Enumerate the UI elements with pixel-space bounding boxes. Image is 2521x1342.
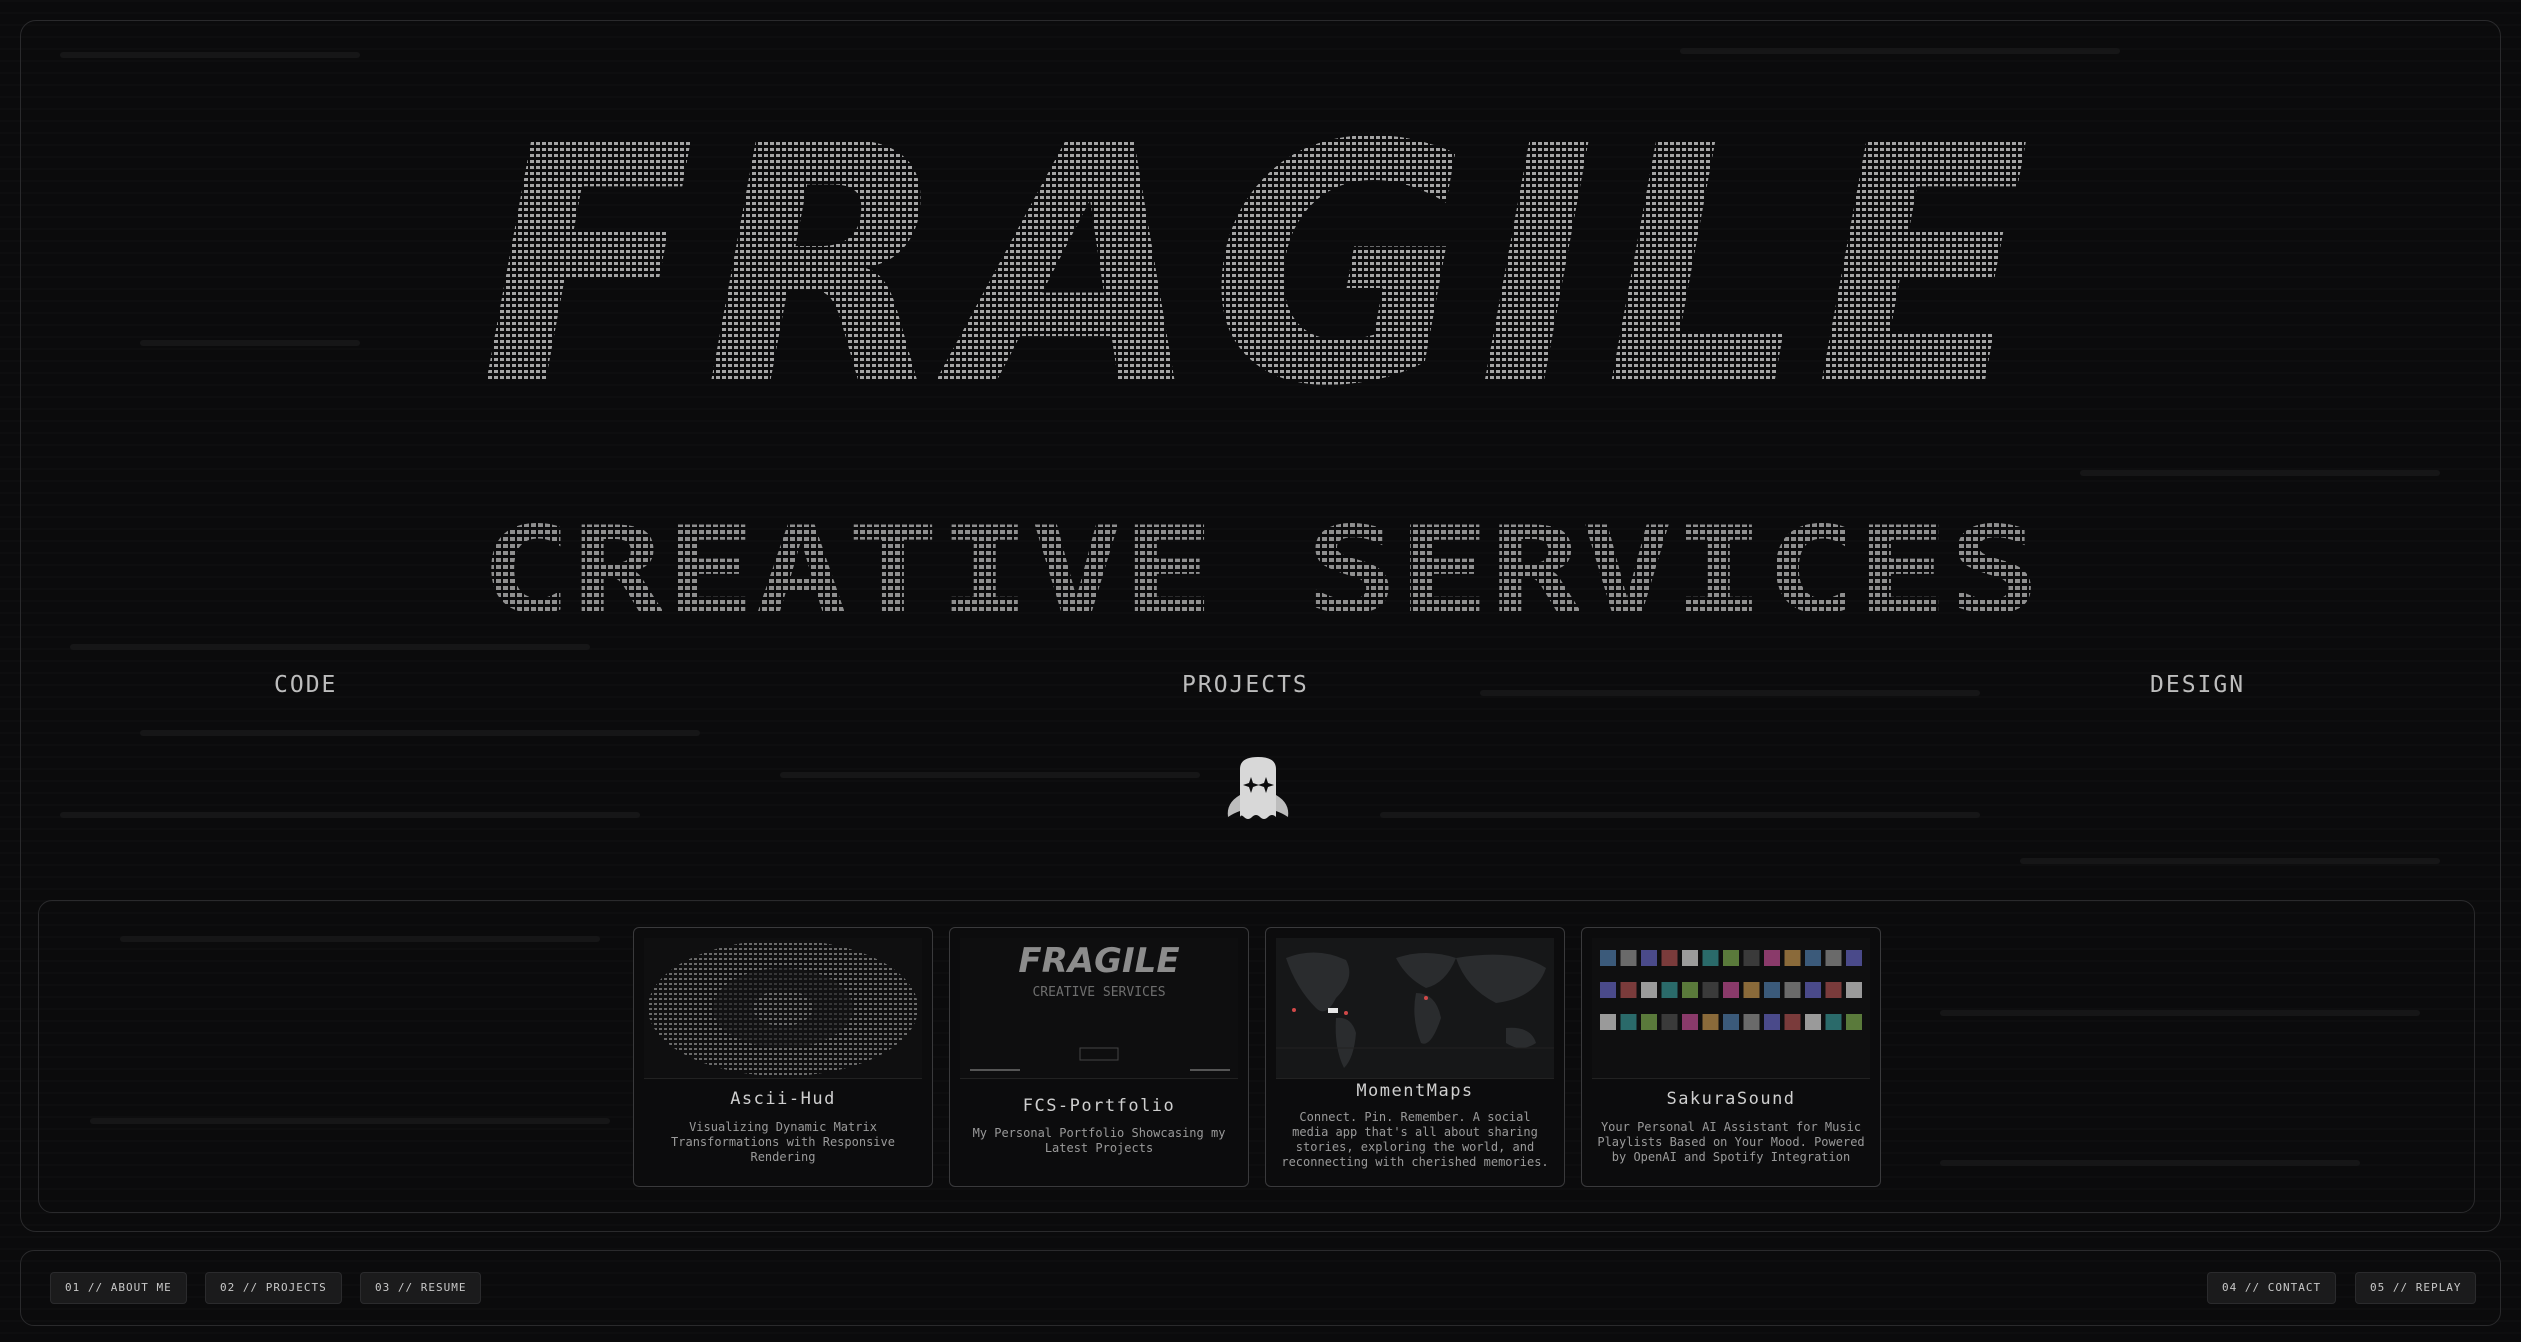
project-description: Visualizing Dynamic Matrix Transformatio… bbox=[671, 1120, 895, 1164]
project-thumbnail bbox=[1592, 938, 1870, 1079]
album-cover bbox=[1764, 982, 1780, 998]
album-cover bbox=[1743, 950, 1760, 966]
subnav-projects[interactable]: PROJECTS bbox=[1182, 672, 1309, 698]
album-cover bbox=[1825, 982, 1842, 998]
album-cover bbox=[1641, 982, 1657, 998]
album-cover bbox=[1805, 1014, 1821, 1030]
hero-ascii-logo: FRAGILE CREATIVE SERVICES bbox=[440, 40, 2080, 660]
album-cover bbox=[1784, 950, 1801, 966]
project-title: MomentMaps bbox=[1356, 1081, 1474, 1101]
album-cover bbox=[1600, 982, 1616, 998]
projects-panel bbox=[38, 900, 2475, 1213]
thumbnail-subtitle: CREATIVE SERVICES bbox=[1032, 985, 1165, 1000]
resume-button[interactable]: 03 // RESUME bbox=[360, 1272, 482, 1304]
projects-button[interactable]: 02 // PROJECTS bbox=[205, 1272, 342, 1304]
project-thumbnail: FRAGILE CREATIVE SERVICES bbox=[960, 938, 1238, 1079]
album-cover bbox=[1723, 1014, 1739, 1030]
album-cover bbox=[1743, 1014, 1760, 1030]
album-cover bbox=[1764, 950, 1780, 966]
album-cover bbox=[1846, 982, 1862, 998]
album-cover bbox=[1600, 950, 1616, 966]
project-thumbnail bbox=[644, 938, 922, 1079]
album-cover bbox=[1764, 1014, 1780, 1030]
contact-button[interactable]: 04 // CONTACT bbox=[2207, 1272, 2337, 1304]
album-cover bbox=[1661, 982, 1678, 998]
album-cover bbox=[1600, 1014, 1616, 1030]
album-cover bbox=[1805, 982, 1821, 998]
subnav-design[interactable]: DESIGN bbox=[2150, 672, 2245, 698]
album-cover bbox=[1846, 950, 1862, 966]
project-title: SakuraSound bbox=[1666, 1089, 1796, 1109]
album-cover bbox=[1641, 950, 1657, 966]
album-cover bbox=[1661, 1014, 1678, 1030]
subnav-code[interactable]: CODE bbox=[274, 672, 337, 698]
album-cover bbox=[1641, 1014, 1657, 1030]
album-cover bbox=[1723, 950, 1739, 966]
thumbnail-title: FRAGILE bbox=[1018, 941, 1179, 981]
hero-subtitle: CREATIVE SERVICES bbox=[480, 502, 2040, 641]
album-cover bbox=[1825, 1014, 1842, 1030]
album-cover bbox=[1784, 1014, 1801, 1030]
project-title: Ascii-Hud bbox=[730, 1089, 836, 1109]
project-description: Your Personal AI Assistant for Music Pla… bbox=[1597, 1120, 1865, 1164]
album-cover bbox=[1805, 950, 1821, 966]
album-cover bbox=[1682, 950, 1698, 966]
album-cover bbox=[1743, 982, 1760, 998]
album-cover bbox=[1620, 950, 1637, 966]
album-cover bbox=[1702, 950, 1719, 966]
album-cover bbox=[1620, 1014, 1637, 1030]
album-cover bbox=[1784, 982, 1801, 998]
project-description: My Personal Portfolio Showcasing my Late… bbox=[972, 1126, 1226, 1155]
project-description: Connect. Pin. Remember. A social media a… bbox=[1281, 1110, 1549, 1169]
ghost-icon bbox=[1218, 755, 1298, 825]
album-cover bbox=[1825, 950, 1842, 966]
about-me-button[interactable]: 01 // ABOUT ME bbox=[50, 1272, 187, 1304]
album-cover bbox=[1682, 1014, 1698, 1030]
hero-title: FRAGILE bbox=[480, 74, 2040, 458]
project-card-sakurasound[interactable]: SakuraSound Your Personal AI Assistant f… bbox=[1581, 927, 1881, 1187]
album-cover bbox=[1702, 1014, 1719, 1030]
project-title: FCS-Portfolio bbox=[1022, 1096, 1176, 1116]
album-cover bbox=[1723, 982, 1739, 998]
project-card-ascii-hud[interactable]: Ascii-Hud Visualizing Dynamic Matrix Tra… bbox=[633, 927, 933, 1187]
album-cover bbox=[1702, 982, 1719, 998]
project-card-momentmaps[interactable]: MomentMaps Connect. Pin. Remember. A soc… bbox=[1265, 927, 1565, 1187]
album-cover bbox=[1682, 982, 1698, 998]
album-cover bbox=[1620, 982, 1637, 998]
replay-button[interactable]: 05 // REPLAY bbox=[2355, 1272, 2477, 1304]
project-thumbnail bbox=[1276, 938, 1554, 1079]
project-card-fcs-portfolio[interactable]: FRAGILE CREATIVE SERVICES FCS-Portfolio … bbox=[949, 927, 1249, 1187]
album-cover bbox=[1846, 1014, 1862, 1030]
album-cover bbox=[1661, 950, 1678, 966]
